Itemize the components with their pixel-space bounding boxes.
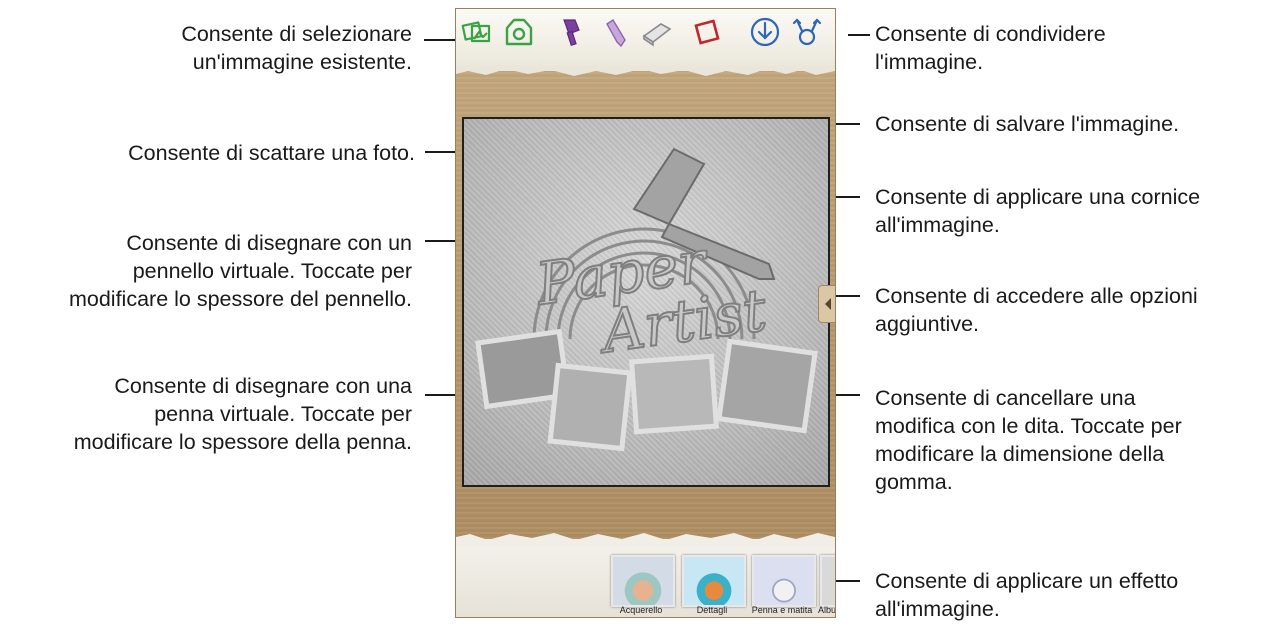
annotation-effect: Consente di applicare un effetto all'imm… [875,569,1179,621]
annotation-options: Consente di accedere alle opzioni aggiun… [875,284,1198,336]
frame-icon [694,19,720,45]
eraser-button[interactable] [640,15,674,49]
effect-thumbnail [611,555,675,607]
annotation-select-image: Consente di selezionare un'immagine esis… [181,22,412,74]
brush-icon [563,19,580,47]
torn-paper-edge [456,65,835,76]
effect-album[interactable]: Albu [818,553,835,617]
torn-paper-edge-bottom [456,533,835,547]
camera-button[interactable] [502,15,536,49]
annotation-take-photo: Consente di scattare una foto. [128,141,415,165]
effect-acquerello[interactable]: Acquerello [609,553,675,617]
annotation-save: Consente di salvare l'immagine. [875,112,1180,136]
paper-artist-screen: Paper Artist Acquerello Dettagli Penna e… [455,8,836,618]
save-icon [750,17,780,47]
effect-thumbnail [682,555,746,607]
annotation-eraser: Consente di cancellare una modifica con … [875,386,1182,494]
effect-penna-e-matita[interactable]: Penna e matita [750,553,816,617]
gallery-icon [461,21,491,43]
annotation-pen: Consente di disegnare con una penna virt… [73,374,412,454]
save-button[interactable] [748,15,782,49]
effect-thumbnail [820,555,835,607]
pen-icon [606,19,626,48]
share-button[interactable] [790,15,824,49]
pen-button[interactable] [598,15,632,49]
eraser-icon [642,23,672,47]
annotation-brush: Consente di disegnare con un pennello vi… [68,231,412,311]
effect-thumbnail [752,555,816,607]
brush-button[interactable] [554,15,588,49]
frame-button[interactable] [690,15,724,49]
annotation-share: Consente di condividere l'immagine. [875,22,1106,74]
camera-icon [505,18,533,46]
gallery-button[interactable] [460,15,494,49]
share-icon [792,18,822,46]
drawing-canvas[interactable]: Paper Artist [462,117,830,487]
chevron-left-icon [825,298,831,310]
options-handle[interactable] [818,285,835,323]
annotation-frame: Consente di applicare una cornice all'im… [875,185,1201,237]
toolbar [456,9,835,71]
effect-dettagli[interactable]: Dettagli [680,553,746,617]
